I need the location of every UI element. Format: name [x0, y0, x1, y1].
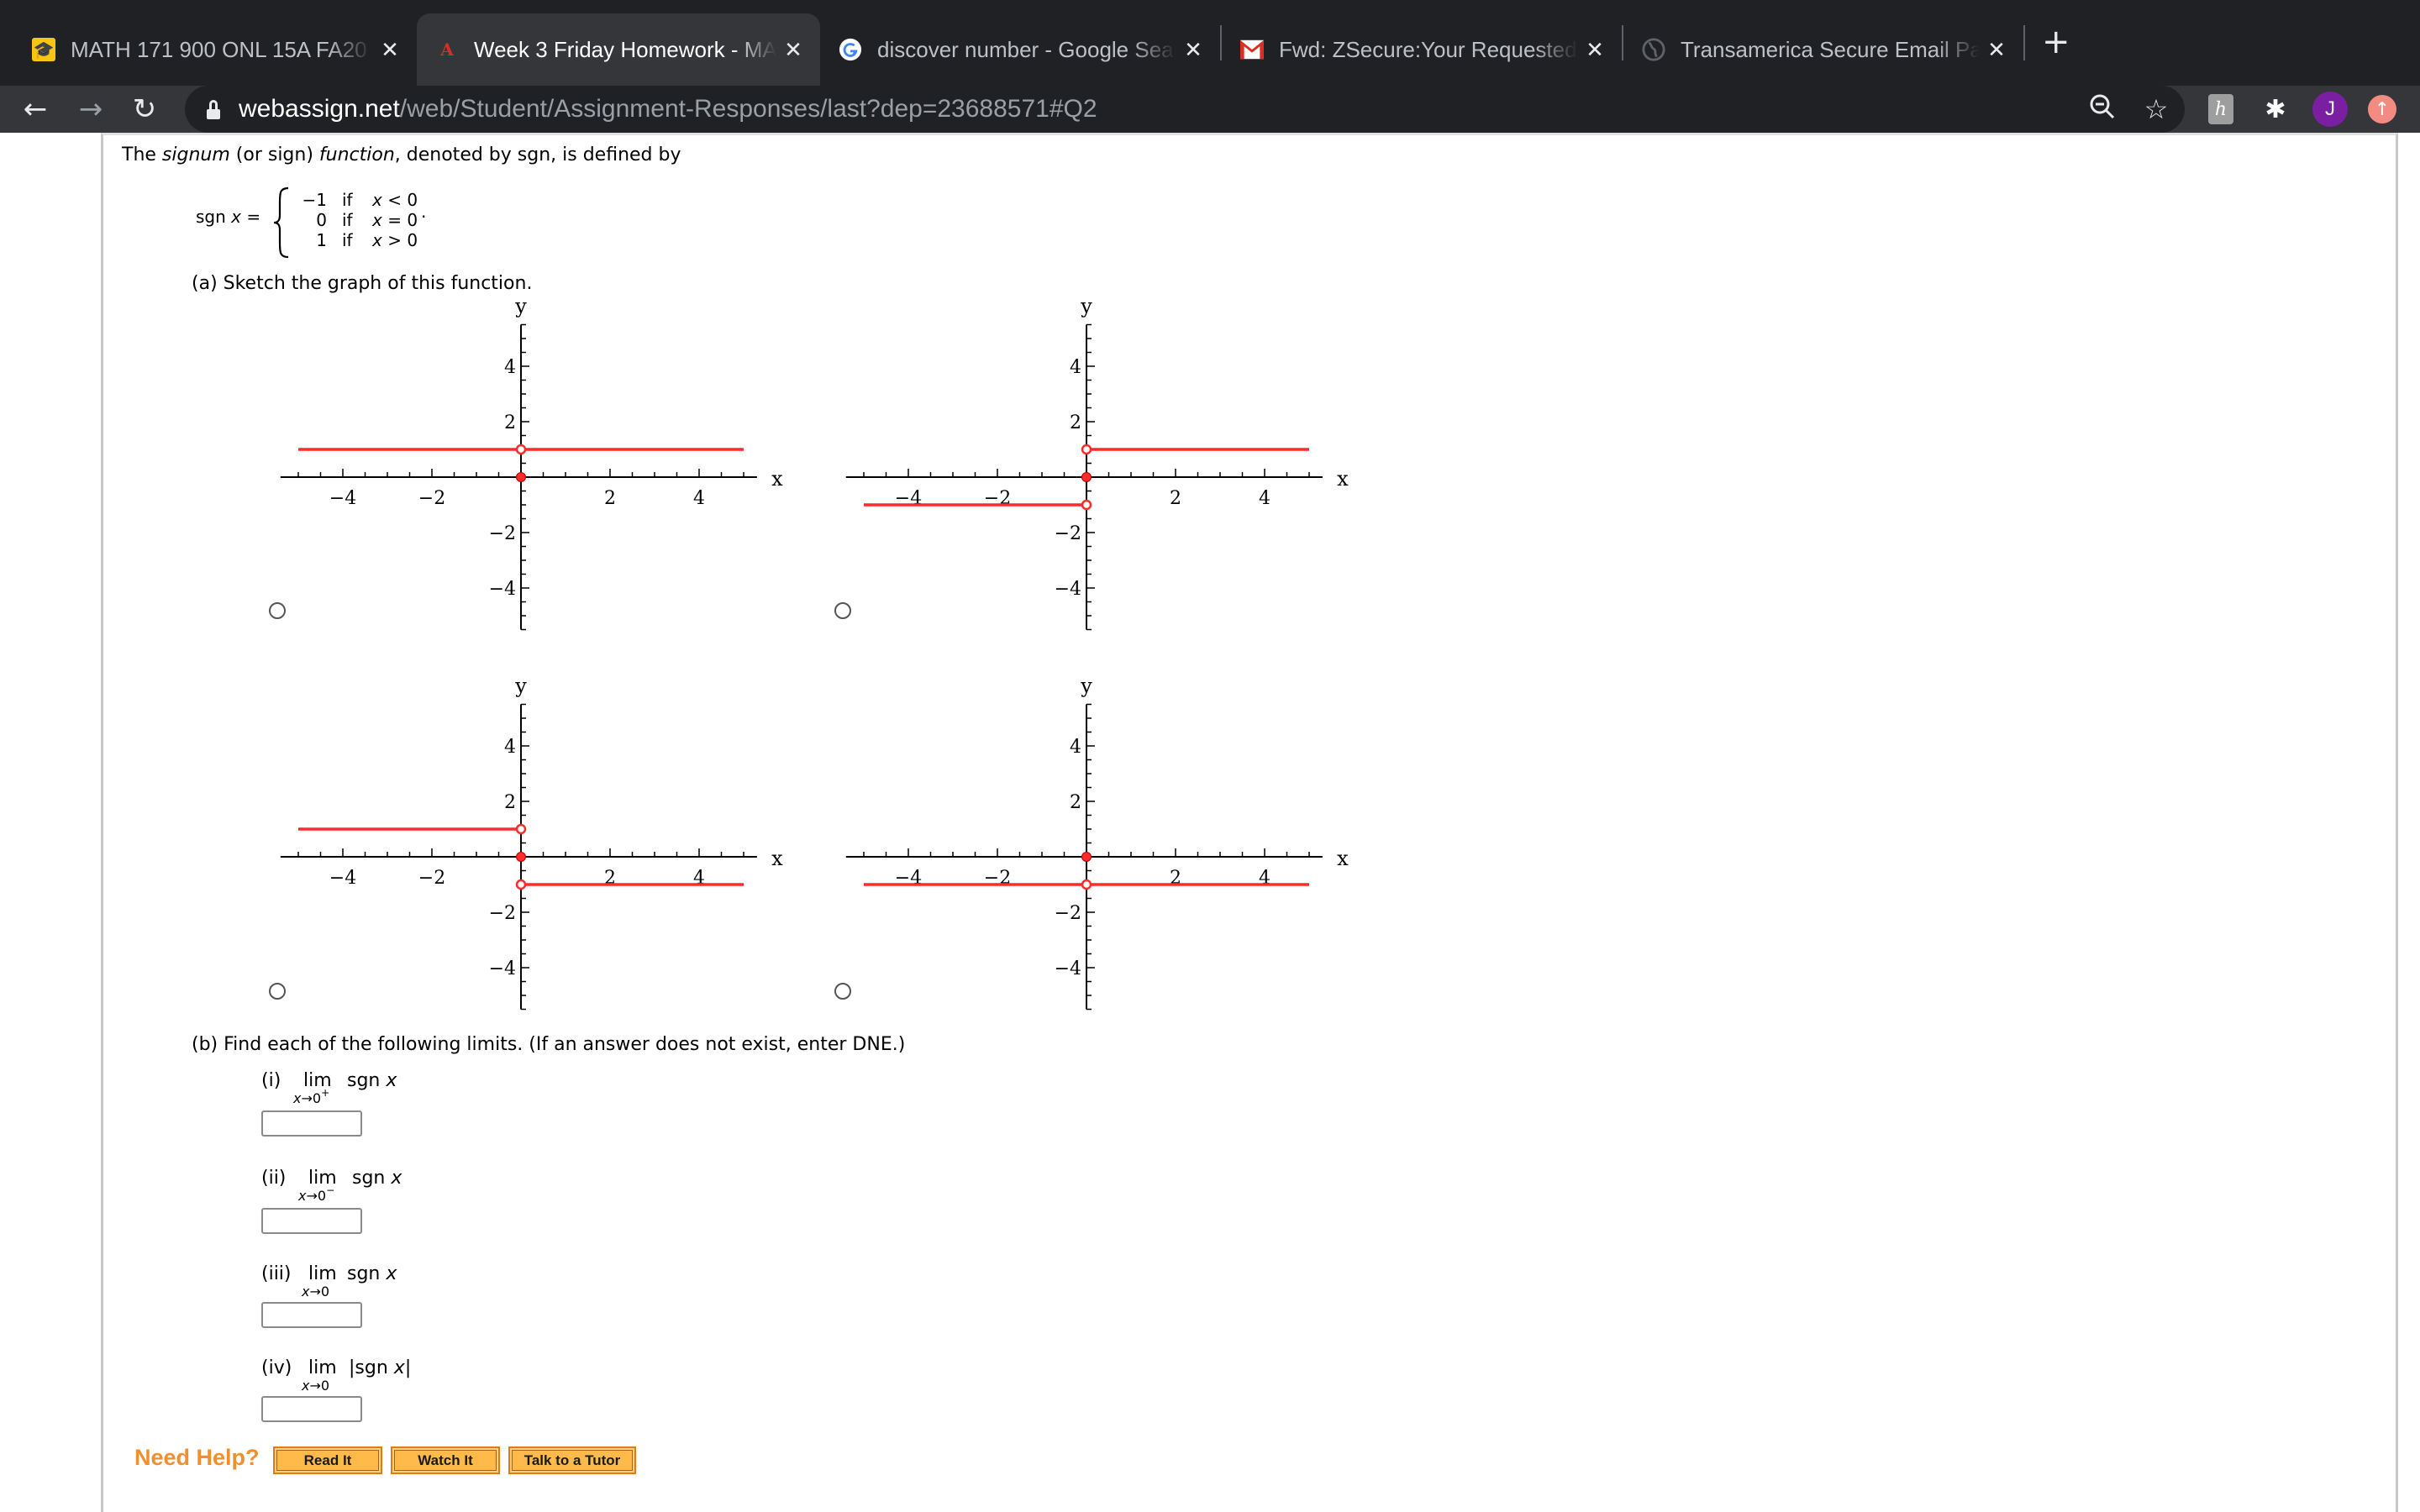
read-it-button[interactable]: Read It: [273, 1446, 382, 1474]
update-icon[interactable]: ↑: [2368, 95, 2396, 123]
tab-close-icon[interactable]: ✕: [1578, 37, 1612, 63]
webassign-icon: A: [440, 39, 454, 60]
formula-lhs: sgn x =: [196, 207, 261, 227]
tab-title: discover number - Google Search: [877, 36, 1176, 62]
limit-iii-answer-input[interactable]: [261, 1302, 362, 1328]
address-bar[interactable]: webassign.net/web/Student/Assignment-Res…: [185, 86, 2185, 133]
tab-google-search[interactable]: discover number - Google Search ✕: [820, 13, 1220, 86]
question-panel: [101, 133, 2398, 1512]
gmail-icon: [1240, 38, 1264, 61]
tab-gmail[interactable]: Fwd: ZSecure:Your Requested ✕: [1222, 13, 1622, 86]
question-intro: The signum (or sign) function, denoted b…: [122, 144, 681, 165]
tab-title: Week 3 Friday Homework - MAT: [474, 36, 776, 62]
need-help-label: Need Help?: [134, 1445, 260, 1470]
watch-it-button[interactable]: Watch It: [391, 1446, 500, 1474]
limit-ii-answer-input[interactable]: [261, 1208, 362, 1234]
tab-close-icon[interactable]: ✕: [1176, 37, 1210, 63]
part-b-prompt: (b) Find each of the following limits. (…: [192, 1034, 906, 1055]
graph-option-4-radio[interactable]: [834, 983, 851, 1000]
zoom-icon[interactable]: [2086, 92, 2119, 126]
browser-toolbar: ← → ↻ webassign.net/web/Student/Assignme…: [0, 86, 2420, 133]
back-button[interactable]: ←: [15, 89, 55, 129]
lock-icon: [205, 99, 222, 119]
tab-close-icon[interactable]: ✕: [1980, 37, 2013, 63]
tab-transamerica[interactable]: Transamerica Secure Email Pass ✕: [1623, 13, 2023, 86]
google-icon: [839, 38, 862, 61]
graph-option-2-radio[interactable]: [834, 602, 851, 619]
graph-option-1-radio[interactable]: [269, 602, 286, 619]
profile-avatar[interactable]: J: [2312, 92, 2348, 127]
talk-to-tutor-button[interactable]: Talk to a Tutor: [508, 1446, 636, 1474]
bookmark-star-icon[interactable]: ☆: [2139, 92, 2173, 126]
tab-title: Fwd: ZSecure:Your Requested: [1279, 36, 1577, 62]
limit-i-answer-input[interactable]: [261, 1110, 362, 1137]
forward-button[interactable]: →: [71, 89, 111, 129]
new-tab-button[interactable]: +: [2042, 22, 2070, 62]
tab-math-171[interactable]: 🎓 MATH 171 900 ONL 15A FA20 - ✕: [13, 13, 417, 86]
reload-button[interactable]: ↻: [124, 89, 165, 129]
limit-iv-answer-input[interactable]: [261, 1396, 362, 1422]
left-brace: [273, 186, 289, 259]
tab-title: MATH 171 900 ONL 15A FA20 -: [71, 36, 373, 62]
globe-icon: [1642, 38, 1665, 61]
tab-week3-homework[interactable]: A Week 3 Friday Homework - MAT ✕: [417, 13, 820, 86]
tab-bar: 🎓 MATH 171 900 ONL 15A FA20 - ✕ A Week 3…: [0, 0, 2420, 86]
tab-close-icon[interactable]: ✕: [373, 37, 407, 63]
part-a-prompt: (a) Sketch the graph of this function.: [192, 273, 533, 294]
tab-title: Transamerica Secure Email Pass: [1681, 36, 1980, 62]
graduation-cap-icon: 🎓: [32, 38, 55, 61]
tab-close-icon[interactable]: ✕: [776, 37, 810, 63]
extensions-puzzle-icon[interactable]: ✱: [2260, 94, 2291, 124]
tab-separator: [2023, 25, 2025, 60]
extension-h-icon[interactable]: h: [2208, 94, 2233, 124]
graph-option-3-radio[interactable]: [269, 983, 286, 1000]
case-row: 1 if x > 0: [316, 230, 418, 250]
url-text[interactable]: webassign.net/web/Student/Assignment-Res…: [239, 95, 1097, 123]
